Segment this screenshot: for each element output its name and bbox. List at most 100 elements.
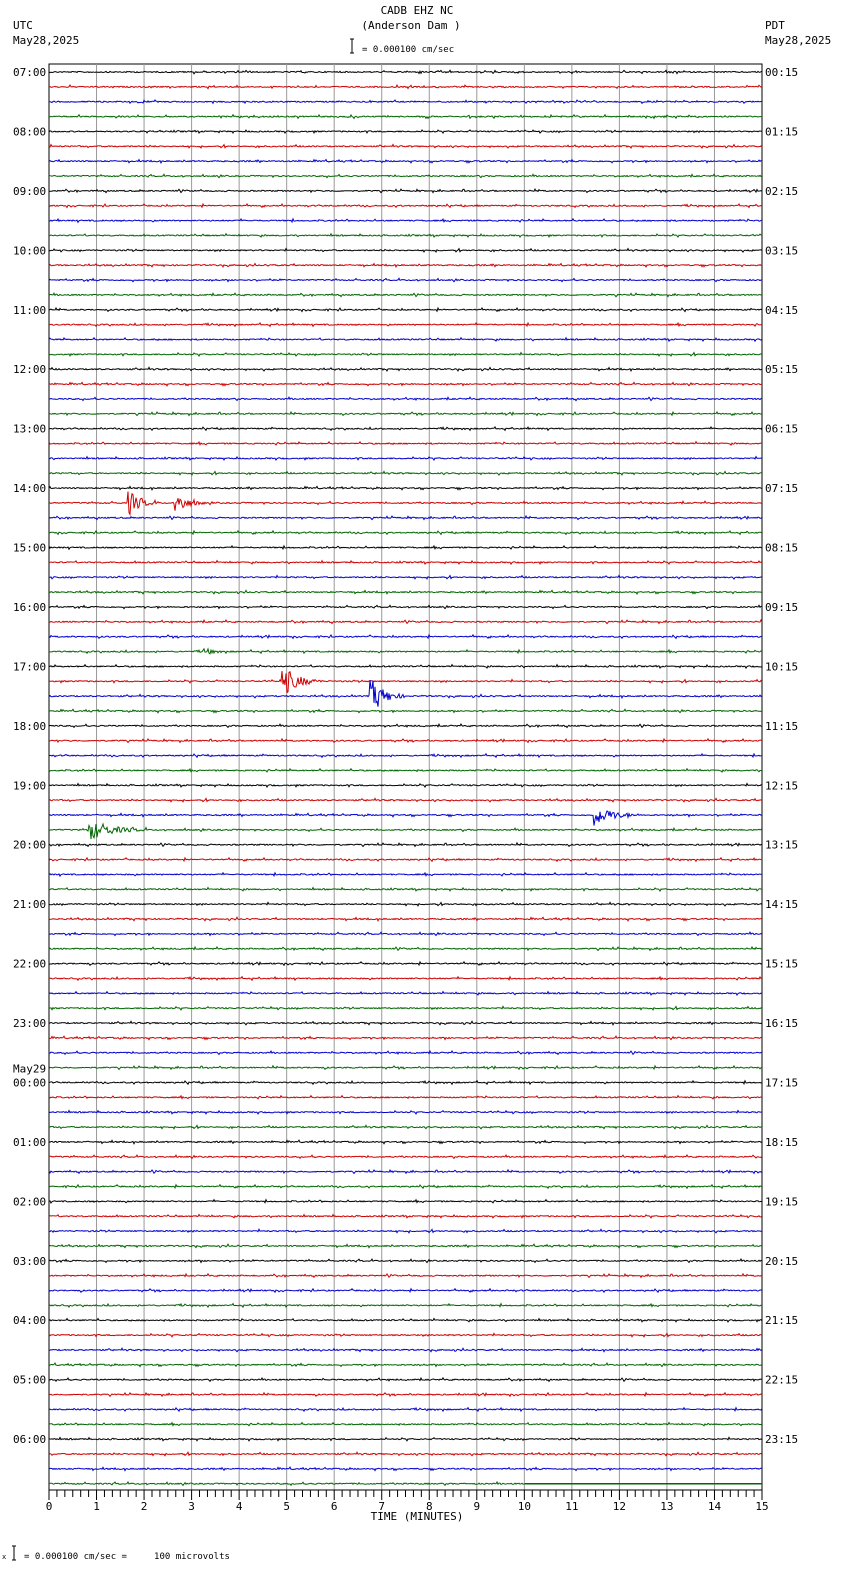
seismic-trace [48, 1094, 763, 1100]
seismic-trace [48, 336, 763, 343]
seismic-trace [48, 1258, 763, 1264]
seismic-trace [48, 1168, 763, 1175]
seismic-trace [48, 1421, 763, 1427]
utc-hour-label: 15:00 [13, 542, 46, 555]
seismic-trace [48, 574, 763, 580]
utc-hour-label: 21:00 [13, 898, 46, 911]
seismic-trace [48, 277, 763, 283]
seismic-trace [49, 217, 763, 224]
pdt-hour-label: 17:15 [765, 1076, 798, 1089]
seismic-trace [48, 633, 763, 640]
pdt-hour-label: 14:15 [765, 898, 798, 911]
x-tick-label: 11 [565, 1500, 578, 1513]
utc-hour-label: 01:00 [13, 1136, 46, 1149]
seismic-trace [48, 1362, 763, 1368]
utc-hour-label: 05:00 [13, 1374, 46, 1387]
seismic-trace [48, 1035, 763, 1041]
seismic-trace [48, 202, 763, 209]
seismic-trace [48, 1109, 763, 1115]
seismic-trace [48, 1005, 763, 1011]
seismic-trace [48, 670, 763, 694]
seismic-trace [48, 129, 763, 135]
scale-bar-icon [350, 38, 354, 54]
traces [48, 69, 763, 1487]
utc-hour-label: 04:00 [13, 1314, 46, 1327]
x-tick-label: 9 [473, 1500, 480, 1513]
seismic-trace [48, 737, 763, 744]
utc-hour-label: 11:00 [13, 304, 46, 317]
utc-hour-label: 06:00 [13, 1433, 46, 1446]
pdt-hour-label: 07:15 [765, 482, 798, 495]
seismic-trace [48, 1020, 763, 1026]
pdt-hour-label: 18:15 [765, 1136, 798, 1149]
utc-hour-label: 16:00 [13, 601, 46, 614]
pdt-hour-label: 11:15 [765, 720, 798, 733]
seismic-trace [48, 381, 763, 387]
seismic-trace [48, 1332, 762, 1338]
x-axis-label: TIME (MINUTES) [371, 1510, 464, 1523]
utc-hour-label: 09:00 [13, 185, 46, 198]
right-date: May28,2025 [765, 34, 831, 47]
seismic-trace [48, 1406, 763, 1413]
seismic-trace [48, 366, 763, 373]
seismic-trace [48, 723, 763, 729]
seismic-trace [48, 232, 763, 239]
station-title: CADB EHZ NC [381, 4, 454, 17]
seismic-trace [48, 470, 762, 476]
x-tick-label: 5 [283, 1500, 290, 1513]
pdt-hour-label: 12:15 [765, 779, 798, 792]
seismic-trace [48, 1124, 763, 1130]
seismic-trace [49, 425, 763, 432]
x-tick-label: 2 [141, 1500, 148, 1513]
seismic-trace [48, 292, 762, 298]
seismic-trace [48, 975, 763, 982]
utc-hour-label: 12:00 [13, 363, 46, 376]
seismic-trace [48, 856, 763, 863]
seismic-trace [49, 647, 763, 655]
utc-hour-label: 13:00 [13, 423, 46, 436]
helicorder-chart: CADB EHZ NC (Anderson Dam ) = 0.000100 c… [2, 4, 831, 1562]
seismic-trace [48, 262, 763, 269]
seismic-trace [48, 945, 763, 952]
pdt-hour-label: 00:15 [765, 66, 798, 79]
x-tick-label: 1 [93, 1500, 100, 1513]
left-date: May28,2025 [13, 34, 79, 47]
footer-scale-icon: x [2, 1545, 16, 1561]
pdt-hour-label: 13:15 [765, 839, 798, 852]
utc-hour-label: 03:00 [13, 1255, 46, 1268]
seismic-trace [48, 158, 763, 165]
pdt-hour-label: 10:15 [765, 660, 798, 673]
seismic-trace [48, 990, 763, 996]
x-tick-label: 4 [236, 1500, 243, 1513]
seismic-trace [48, 589, 763, 595]
pdt-hour-label: 09:15 [765, 601, 798, 614]
seismic-trace [48, 1213, 763, 1219]
seismic-trace [48, 113, 762, 120]
seismic-trace [48, 797, 763, 803]
pdt-hour-label: 04:15 [765, 304, 798, 317]
pdt-hour-label: 20:15 [765, 1255, 798, 1268]
seismic-trace [48, 485, 763, 491]
pdt-hour-label: 22:15 [765, 1374, 798, 1387]
seismic-trace [48, 604, 762, 610]
seismic-trace [49, 1049, 763, 1056]
x-tick-label: 3 [188, 1500, 195, 1513]
footer-scale-note: = 0.000100 cm/sec = 100 microvolts [24, 1552, 230, 1562]
pdt-hour-label: 15:15 [765, 958, 798, 971]
utc-hour-label: 10:00 [13, 244, 46, 257]
x-tick-label: 15 [755, 1500, 768, 1513]
seismic-trace [48, 1243, 763, 1249]
utc-hour-label: 07:00 [13, 66, 46, 79]
utc-hour-label: 14:00 [13, 482, 46, 495]
station-subtitle: (Anderson Dam ) [361, 19, 460, 32]
seismic-trace [48, 1079, 763, 1086]
pdt-hour-label: 21:15 [765, 1314, 798, 1327]
seismic-trace [48, 491, 763, 517]
left-timezone: UTC [13, 19, 33, 32]
pdt-hour-label: 01:15 [765, 125, 798, 138]
seismic-trace [48, 931, 763, 937]
seismic-trace [48, 69, 763, 75]
seismic-trace [48, 767, 763, 773]
seismic-trace [48, 752, 763, 759]
pdt-hour-label: 19:15 [765, 1195, 798, 1208]
